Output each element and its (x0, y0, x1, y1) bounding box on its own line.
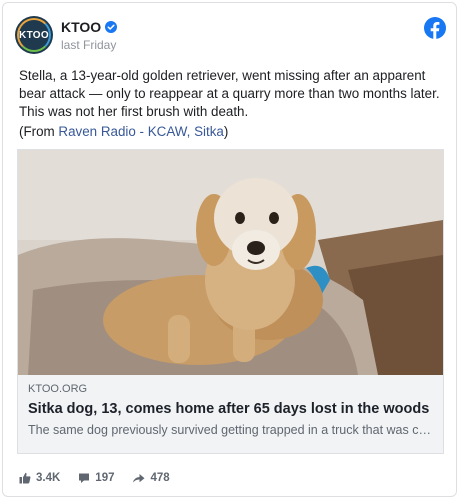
source-suffix: ) (223, 124, 229, 139)
verified-badge-icon (105, 20, 118, 33)
post-stats-bar: 3.4K 197 478 (19, 469, 188, 487)
comments-stat[interactable]: 197 (78, 472, 114, 484)
author-name[interactable]: KTOO (61, 19, 101, 35)
facebook-logo-icon[interactable] (424, 17, 446, 39)
avatar-text: KTOO (19, 29, 49, 41)
link-description: The same dog previously survived getting… (28, 423, 433, 437)
golden-retriever-photo (18, 150, 443, 375)
source-link[interactable]: Raven Radio - KCAW, Sitka (58, 124, 223, 139)
shares-count: 478 (150, 472, 170, 484)
post-meta: KTOO last Friday (61, 19, 118, 52)
facebook-post-card: KTOO KTOO last Friday Stella, a 13-year-… (2, 2, 457, 497)
post-timestamp[interactable]: last Friday (61, 38, 117, 52)
thumbs-up-icon (19, 472, 31, 484)
post-source-line: (From Raven Radio - KCAW, Sitka) (19, 123, 228, 141)
comment-bubble-icon (79, 473, 90, 483)
link-preview-info[interactable]: KTOO.ORG Sitka dog, 13, comes home after… (18, 375, 443, 453)
page-avatar[interactable]: KTOO (15, 16, 53, 54)
source-prefix: (From (19, 124, 59, 139)
article-photo[interactable] (18, 150, 443, 375)
likes-count: 3.4K (36, 472, 61, 484)
comments-count: 197 (95, 472, 115, 484)
post-body-text: Stella, a 13-year-old golden retriever, … (19, 68, 440, 119)
share-arrow-icon (133, 474, 145, 483)
post-header: KTOO KTOO last Friday (15, 15, 446, 55)
link-domain: KTOO.ORG (28, 383, 88, 395)
likes-stat[interactable]: 3.4K (19, 472, 60, 484)
shares-stat[interactable]: 478 (132, 472, 170, 484)
link-title[interactable]: Sitka dog, 13, comes home after 65 days … (28, 401, 433, 417)
link-attachment[interactable]: KTOO.ORG Sitka dog, 13, comes home after… (17, 149, 444, 454)
author-row: KTOO (61, 19, 118, 35)
